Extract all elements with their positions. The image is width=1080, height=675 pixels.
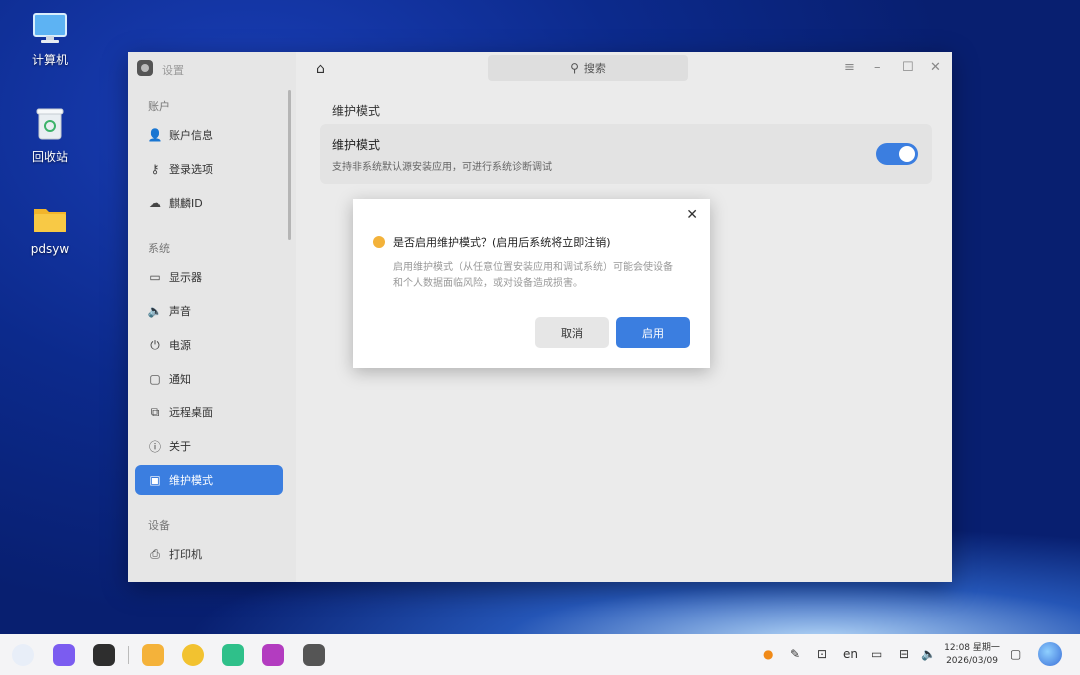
network-icon[interactable]: ⊟ <box>899 647 909 661</box>
battery-icon[interactable]: ▭ <box>871 647 882 661</box>
media-app-icon[interactable] <box>262 644 284 666</box>
page-title: 维护模式 <box>332 104 381 118</box>
sidebar: 设置 账户 👤 账户信息 ⚷ 登录选项 ☁ 麒麟ID 系统 ▭ 显示器 🔈 声音… <box>128 52 296 582</box>
sidebar-section-devices: 设备 <box>148 519 170 532</box>
settings-taskbar-icon[interactable] <box>303 644 325 666</box>
search-icon: ⚲ <box>570 61 579 75</box>
taskbar: ● ✎ ⊡ en ▭ ⊟ 🔈 12:08 星期一 2026/03/09 ▢ <box>0 634 1080 675</box>
maintenance-mode-card: 维护模式 支持非系统默认源安装应用，可进行系统诊断调试 <box>320 124 932 184</box>
sidebar-item-label: 登录选项 <box>169 163 213 176</box>
dialog-title: 是否启用维护模式？(启用后系统将立即注销) <box>393 236 611 249</box>
maximize-icon[interactable]: ☐ <box>902 60 914 75</box>
monitor-icon: ▭ <box>149 270 161 284</box>
sidebar-item-label: 麒麟ID <box>169 197 203 210</box>
close-icon[interactable]: ✕ <box>930 60 941 75</box>
sidebar-item-label: 打印机 <box>169 548 202 561</box>
sidebar-item-printer[interactable]: ⎙ 打印机 <box>135 539 283 569</box>
settings-app-icon <box>137 60 153 76</box>
input-method-icon[interactable]: en <box>843 647 858 661</box>
usb-icon[interactable]: ⊡ <box>817 647 827 661</box>
sidebar-item-label: 通知 <box>169 373 191 386</box>
file-manager-icon[interactable] <box>142 644 164 666</box>
window-switcher-icon[interactable] <box>93 644 115 666</box>
cloud-icon: ☁ <box>149 196 161 210</box>
sidebar-item-kylin-id[interactable]: ☁ 麒麟ID <box>135 188 283 218</box>
sidebar-item-label: 电源 <box>169 339 191 352</box>
confirm-dialog: ✕ 是否启用维护模式？(启用后系统将立即注销) 启用维护模式（从任意位置安装应用… <box>353 199 710 368</box>
sidebar-item-label: 账户信息 <box>169 129 213 142</box>
maintenance-icon: ▣ <box>149 473 161 487</box>
notification-center-icon[interactable]: ▢ <box>1010 647 1021 661</box>
clock[interactable]: 12:08 星期一 2026/03/09 <box>944 642 1000 668</box>
multitask-icon[interactable] <box>53 644 75 666</box>
card-description: 支持非系统默认源安装应用，可进行系统诊断调试 <box>332 162 552 173</box>
user-avatar-icon[interactable] <box>1038 642 1062 666</box>
sidebar-item-label: 声音 <box>169 305 191 318</box>
key-icon: ⚷ <box>150 162 160 176</box>
menu-icon[interactable]: ≡ <box>844 60 855 75</box>
sidebar-item-label: 关于 <box>169 440 191 453</box>
app-store-icon[interactable] <box>222 644 244 666</box>
home-icon[interactable]: ⌂ <box>316 61 325 77</box>
dialog-close-icon[interactable]: ✕ <box>686 207 698 223</box>
sidebar-item-sound[interactable]: 🔈 声音 <box>135 296 283 326</box>
desktop-icon-trash[interactable]: 回收站 <box>15 107 85 165</box>
minimize-icon[interactable]: – <box>874 60 881 75</box>
desktop-icon-label: pdsyw <box>30 242 70 256</box>
desktop-icon-label: 回收站 <box>31 150 68 164</box>
notes-icon[interactable]: ✎ <box>790 647 800 661</box>
search-input[interactable]: ⚲ 搜索 <box>488 55 688 81</box>
power-icon: ⏻ <box>150 337 160 352</box>
warning-icon <box>373 236 385 248</box>
notification-icon: ▢ <box>149 372 161 386</box>
cancel-button[interactable]: 取消 <box>535 317 609 348</box>
sidebar-section-account: 账户 <box>148 100 170 113</box>
sidebar-item-display[interactable]: ▭ 显示器 <box>135 262 283 292</box>
computer-icon <box>15 12 85 47</box>
sidebar-section-system: 系统 <box>148 242 170 255</box>
clock-date: 2026/03/09 <box>946 656 998 666</box>
sidebar-item-label: 显示器 <box>169 271 202 284</box>
trash-icon <box>15 107 85 144</box>
desktop-icon-label: 计算机 <box>31 53 68 67</box>
folder-icon <box>15 203 85 238</box>
sidebar-item-about[interactable]: ⓘ 关于 <box>135 431 283 461</box>
toggle-knob <box>899 146 915 162</box>
maintenance-mode-toggle[interactable] <box>876 143 918 165</box>
search-placeholder: 搜索 <box>583 62 606 75</box>
remote-desktop-icon: ⧉ <box>150 404 160 419</box>
desktop-icon-folder[interactable]: pdsyw <box>15 203 85 256</box>
sidebar-item-label: 维护模式 <box>169 474 213 487</box>
sidebar-item-power[interactable]: ⏻ 电源 <box>135 330 283 360</box>
app-title: 设置 <box>162 64 184 77</box>
taskbar-separator <box>128 646 129 664</box>
sidebar-item-remote-desktop[interactable]: ⧉ 远程桌面 <box>135 397 283 427</box>
info-icon: ⓘ <box>148 439 161 454</box>
enable-button[interactable]: 启用 <box>616 317 690 348</box>
status-dot-icon[interactable]: ● <box>763 647 773 661</box>
sidebar-item-login-options[interactable]: ⚷ 登录选项 <box>135 154 283 184</box>
sidebar-item-label: 远程桌面 <box>169 406 213 419</box>
browser-icon[interactable] <box>182 644 204 666</box>
user-icon: 👤 <box>147 128 163 142</box>
volume-icon[interactable]: 🔈 <box>921 647 936 661</box>
speaker-icon: 🔈 <box>147 304 163 318</box>
printer-icon: ⎙ <box>150 546 160 561</box>
dialog-body: 启用维护模式（从任意位置安装应用和调试系统）可能会使设备和个人数据面临风险，或对… <box>393 262 673 289</box>
desktop-icon-computer[interactable]: 计算机 <box>15 12 85 68</box>
sidebar-scrollbar[interactable] <box>288 90 291 240</box>
sidebar-item-account-info[interactable]: 👤 账户信息 <box>135 120 283 150</box>
sidebar-item-maintenance-mode[interactable]: ▣ 维护模式 <box>135 465 283 495</box>
sidebar-item-notification[interactable]: ▢ 通知 <box>135 364 283 394</box>
card-title: 维护模式 <box>332 138 381 152</box>
clock-time: 12:08 星期一 <box>944 643 1000 653</box>
start-menu-icon[interactable] <box>12 644 34 666</box>
